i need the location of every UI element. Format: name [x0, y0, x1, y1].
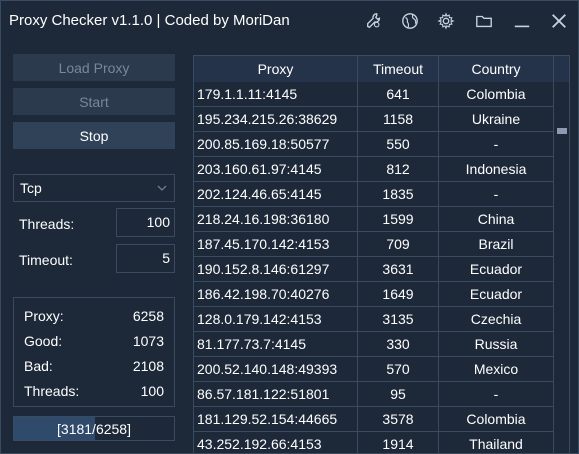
stat-threads-label: Threads:: [24, 383, 80, 399]
cell-timeout: 1914: [358, 432, 439, 453]
table-row[interactable]: 190.152.8.146:61297 3631 Ecuador: [194, 257, 554, 282]
cell-timeout: 550: [358, 132, 439, 156]
table-row[interactable]: 195.234.215.26:38629 1158 Ukraine: [194, 107, 554, 132]
table-row[interactable]: 86.57.181.122:51801 95-: [194, 382, 554, 407]
column-header-country[interactable]: Country: [439, 56, 554, 82]
table-row[interactable]: 200.52.140.148:49393 570 Mexico: [194, 357, 554, 382]
cell-proxy: 203.160.61.97:4145: [194, 157, 358, 181]
wrench-icon[interactable]: [364, 11, 384, 31]
cell-proxy: 186.42.198.70:40276: [194, 282, 358, 306]
column-header-spacer: [554, 56, 569, 82]
table-row[interactable]: 200.85.169.18:50577 550-: [194, 132, 554, 157]
column-header-timeout[interactable]: Timeout: [358, 56, 439, 82]
start-button[interactable]: Start: [13, 88, 175, 115]
cell-proxy: 200.85.169.18:50577: [194, 132, 358, 156]
cell-proxy: 128.0.179.142:4153: [194, 307, 358, 331]
stop-button[interactable]: Stop: [13, 122, 175, 149]
cell-timeout: 1599: [358, 207, 439, 231]
cell-timeout: 1158: [358, 107, 439, 131]
cell-country: Colombia: [439, 407, 554, 431]
table-row[interactable]: 128.0.179.142:4153 3135 Czechia: [194, 307, 554, 332]
cell-country: Mexico: [439, 357, 554, 381]
table-row[interactable]: 218.24.16.198:36180 1599 China: [194, 207, 554, 232]
stat-bad-label: Bad:: [24, 358, 53, 374]
cell-timeout: 95: [358, 382, 439, 406]
table-row[interactable]: 179.1.1.11:4145 641 Colombia: [194, 82, 554, 107]
progress-text: [3181/6258]: [57, 420, 131, 437]
stat-good-value: 1073: [132, 333, 164, 349]
stat-proxy-value: 6258: [132, 308, 164, 324]
cell-proxy: 195.234.215.26:38629: [194, 107, 358, 131]
protocol-selected-value: Tcp: [20, 180, 42, 196]
table-row[interactable]: 203.160.61.97:4145 812 Indonesia: [194, 157, 554, 182]
cell-country: -: [439, 382, 554, 406]
cell-proxy: 179.1.1.11:4145: [194, 82, 358, 106]
cell-proxy: 218.24.16.198:36180: [194, 207, 358, 231]
vertical-scrollbar[interactable]: [554, 82, 569, 453]
progress-bar: [3181/6258]: [13, 416, 175, 441]
stat-proxy-label: Proxy:: [24, 308, 64, 324]
cell-proxy: 187.45.170.142:4153: [194, 232, 358, 256]
cell-country: Czechia: [439, 307, 554, 331]
close-icon[interactable]: [549, 11, 569, 31]
chevron-down-icon: [157, 185, 167, 191]
table-header: Proxy Timeout Country: [194, 56, 569, 82]
cell-timeout: 1649: [358, 282, 439, 306]
scrollbar-thumb[interactable]: [557, 128, 567, 134]
cell-proxy: 181.129.52.154:44665: [194, 407, 358, 431]
cell-timeout: 709: [358, 232, 439, 256]
cell-country: -: [439, 132, 554, 156]
cell-timeout: 330: [358, 332, 439, 356]
cell-proxy: 200.52.140.148:49393: [194, 357, 358, 381]
table-row[interactable]: 186.42.198.70:40276 1649 Ecuador: [194, 282, 554, 307]
cell-country: Ukraine: [439, 107, 554, 131]
timeout-input[interactable]: 5: [116, 244, 175, 273]
stat-bad-value: 2108: [132, 358, 164, 374]
app-window: Proxy Checker v1.1.0 | Coded by MoriDan …: [0, 0, 579, 454]
load-proxy-button[interactable]: Load Proxy: [13, 54, 175, 81]
window-title: Proxy Checker v1.1.0 | Coded by MoriDan: [9, 12, 290, 29]
cell-country: Thailand: [439, 432, 554, 453]
table-row[interactable]: 181.129.52.154:44665 3578 Colombia: [194, 407, 554, 432]
cell-country: Ecuador: [439, 257, 554, 281]
cell-country: China: [439, 207, 554, 231]
threads-input[interactable]: 100: [116, 208, 175, 237]
cell-timeout: 3135: [358, 307, 439, 331]
stat-threads-value: 100: [140, 383, 164, 399]
cell-country: Ecuador: [439, 282, 554, 306]
proxy-table[interactable]: Proxy Timeout Country 179.1.1.11:4145 641…: [193, 55, 570, 453]
globe-icon[interactable]: [400, 11, 420, 31]
cell-timeout: 641: [358, 82, 439, 106]
table-row[interactable]: 43.252.192.66:4153 1914 Thailand: [194, 432, 554, 453]
cell-proxy: 86.57.181.122:51801: [194, 382, 358, 406]
table-row[interactable]: 187.45.170.142:4153 709 Brazil: [194, 232, 554, 257]
stats-panel: Proxy: 6258 Good: 1073 Bad: 2108 Threads…: [13, 297, 175, 407]
cell-proxy: 81.177.73.7:4145: [194, 332, 358, 356]
stat-good-label: Good:: [24, 333, 63, 349]
threads-label: Threads:: [19, 216, 75, 232]
cell-proxy: 202.124.46.65:4145: [194, 182, 358, 206]
cell-timeout: 570: [358, 357, 439, 381]
table-row[interactable]: 81.177.73.7:4145 330 Russia: [194, 332, 554, 357]
minimize-icon[interactable]: [512, 11, 532, 31]
cell-country: -: [439, 182, 554, 206]
folder-icon[interactable]: [474, 11, 494, 31]
table-row[interactable]: 202.124.46.65:4145 1835-: [194, 182, 554, 207]
title-bar: Proxy Checker v1.1.0 | Coded by MoriDan: [1, 1, 578, 41]
table-body: 179.1.1.11:4145 641 Colombia 195.234.215.26…: [194, 82, 554, 453]
cell-country: Colombia: [439, 82, 554, 106]
gear-icon[interactable]: [436, 11, 456, 31]
cell-proxy: 190.152.8.146:61297: [194, 257, 358, 281]
cell-timeout: 3578: [358, 407, 439, 431]
protocol-select[interactable]: Tcp: [13, 174, 175, 202]
cell-timeout: 812: [358, 157, 439, 181]
cell-country: Brazil: [439, 232, 554, 256]
cell-country: Russia: [439, 332, 554, 356]
cell-timeout: 1835: [358, 182, 439, 206]
timeout-label: Timeout:: [19, 252, 73, 268]
column-header-proxy[interactable]: Proxy: [194, 56, 358, 82]
cell-country: Indonesia: [439, 157, 554, 181]
cell-timeout: 3631: [358, 257, 439, 281]
cell-proxy: 43.252.192.66:4153: [194, 432, 358, 453]
